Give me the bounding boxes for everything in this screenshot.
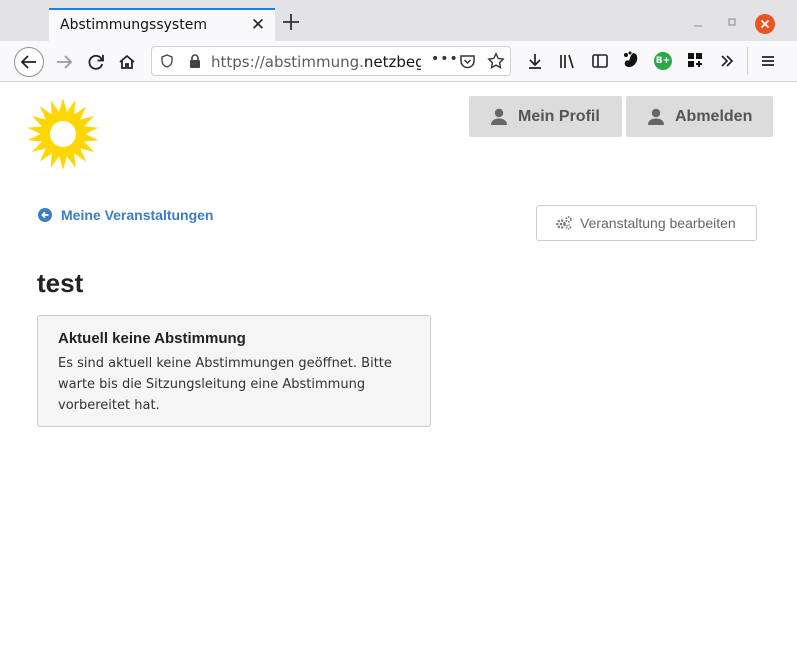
tab-close-icon[interactable]: ✕ xyxy=(248,15,268,35)
window-close-icon[interactable] xyxy=(755,14,775,34)
gnome-extension-icon[interactable] xyxy=(621,50,641,72)
overflow-chevron-icon[interactable] xyxy=(717,51,737,71)
back-icon[interactable] xyxy=(14,47,44,77)
grid-extension-icon[interactable] xyxy=(686,51,704,69)
notice-text: Es sind aktuell keine Abstimmungen geöff… xyxy=(58,356,392,413)
window-minimize-icon[interactable] xyxy=(690,14,706,30)
reload-icon[interactable] xyxy=(82,48,110,76)
bookmark-star-icon[interactable] xyxy=(487,52,505,70)
shield-icon[interactable] xyxy=(160,54,174,68)
bplus-extension-icon[interactable]: B+ xyxy=(654,52,672,70)
url-text[interactable]: https://abstimmung.netzbegrü xyxy=(211,53,421,71)
window-maximize-icon[interactable] xyxy=(724,14,740,30)
my-events-link[interactable]: Meine Veranstaltungen xyxy=(38,207,213,223)
my-events-link-label: Meine Veranstaltungen xyxy=(61,207,214,223)
user-icon xyxy=(648,108,664,125)
toolbar-divider xyxy=(747,47,748,75)
profile-button[interactable]: Mein Profil xyxy=(469,96,622,137)
no-vote-notice: Aktuell keine Abstimmung Es sind aktuell… xyxy=(37,315,431,427)
download-icon[interactable] xyxy=(525,51,545,71)
edit-event-button[interactable]: Veranstaltung bearbeiten xyxy=(536,205,757,241)
sunflower-logo[interactable] xyxy=(22,94,104,174)
sidebar-icon[interactable] xyxy=(590,51,610,71)
edit-event-button-label: Veranstaltung bearbeiten xyxy=(580,215,736,231)
address-bar[interactable]: https://abstimmung.netzbegrü ••• xyxy=(151,46,511,76)
menu-icon[interactable] xyxy=(758,51,778,71)
logout-button[interactable]: Abmelden xyxy=(626,96,773,137)
pocket-icon[interactable] xyxy=(459,53,476,70)
profile-button-label: Mein Profil xyxy=(518,107,600,125)
forward-icon[interactable] xyxy=(50,48,78,76)
new-tab-icon[interactable] xyxy=(281,12,301,32)
notice-title: Aktuell keine Abstimmung xyxy=(58,330,246,347)
home-icon[interactable] xyxy=(113,48,141,76)
lock-icon[interactable] xyxy=(188,53,202,69)
page-title: test xyxy=(37,268,84,298)
page-actions-icon[interactable]: ••• xyxy=(431,51,459,67)
arrow-left-circle-icon xyxy=(38,208,52,222)
library-icon[interactable] xyxy=(557,51,577,71)
browser-tab[interactable]: Abstimmungssystem ✕ xyxy=(49,8,275,41)
gears-icon xyxy=(556,216,572,230)
logout-button-label: Abmelden xyxy=(675,107,753,125)
tab-title: Abstimmungssystem xyxy=(60,17,207,33)
user-icon xyxy=(491,108,507,125)
